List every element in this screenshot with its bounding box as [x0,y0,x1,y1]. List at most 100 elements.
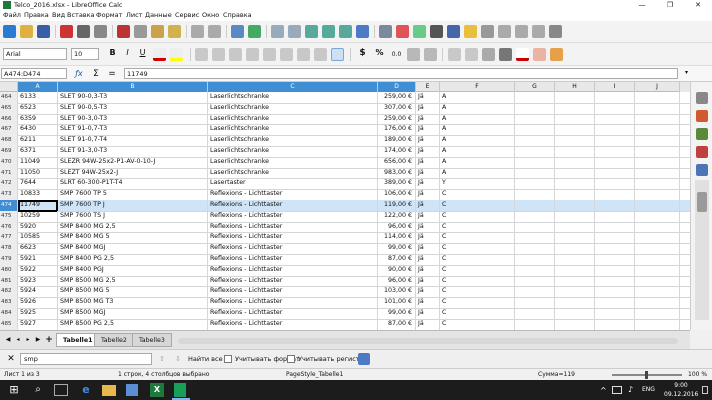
cell-f[interactable]: A [440,167,515,179]
border-style-icon[interactable] [499,48,512,61]
clock-date[interactable]: 09.12.2016 [664,391,698,398]
cell-c[interactable]: Laserlichtschranke [208,135,378,146]
cell-b[interactable]: SMP 7600 TS J [58,210,208,222]
cell-i[interactable] [595,308,635,319]
column-header-h[interactable]: H [555,82,595,92]
image-icon[interactable] [379,25,392,38]
cell-a[interactable]: 5924 [18,286,58,298]
cell-e[interactable]: Jä [416,113,440,125]
zoom-slider-handle[interactable] [645,371,648,379]
cell-d[interactable]: 259,00 € [378,92,416,103]
font-name-box[interactable]: Arial [3,48,67,60]
comment-icon[interactable] [464,25,477,38]
cell-e[interactable]: Jä [416,275,440,287]
cell-d[interactable]: 114,00 € [378,232,416,244]
cell-i[interactable] [595,264,635,276]
cell-i[interactable] [595,146,635,157]
show-draw-functions-icon[interactable] [549,25,562,38]
cell-j[interactable] [635,189,680,200]
column-icon[interactable] [288,25,301,38]
cell-a[interactable]: 11049 [18,156,58,168]
cell-g[interactable] [515,254,555,265]
paste-icon[interactable] [151,25,164,38]
cell-h[interactable] [555,135,595,146]
cell-f[interactable]: C [440,286,515,298]
cell-j[interactable] [635,210,680,222]
cell-g[interactable] [515,124,555,136]
start-icon[interactable]: ⊞ [6,382,22,398]
align-bottom-icon[interactable] [331,48,344,61]
cut-icon[interactable] [117,25,130,38]
cell-e[interactable]: Jä [416,318,440,330]
cell-d[interactable]: 307,00 € [378,102,416,114]
cell-j[interactable] [635,264,680,276]
save-icon[interactable] [37,25,50,38]
cell-i[interactable] [595,210,635,222]
print-icon[interactable] [77,25,90,38]
cell-h[interactable] [555,178,595,190]
cell-c[interactable]: Laserlichtschranke [208,113,378,125]
cell-i[interactable] [595,297,635,308]
cell-j[interactable] [635,308,680,319]
close-find-icon[interactable]: ✕ [5,353,17,365]
cell-g[interactable] [515,189,555,200]
cell-b[interactable]: SMP 8500 MG 5 [58,286,208,298]
cell-b[interactable]: SLEZT 94W-25x2-J [58,167,208,179]
menu-format[interactable]: Формат [96,11,122,19]
cell-h[interactable] [555,210,595,222]
cell-g[interactable] [515,135,555,146]
cell-g[interactable] [515,221,555,233]
row-header[interactable]: 464 [0,92,18,103]
cell-d[interactable]: 87,00 € [378,318,416,330]
cell-d[interactable]: 119,00 € [378,200,416,211]
row-header[interactable]: 477 [0,232,18,244]
cell-g[interactable] [515,297,555,308]
cell-g[interactable] [515,286,555,298]
navigator-icon[interactable] [696,146,708,158]
row-header[interactable]: 467 [0,124,18,136]
menu-edit[interactable]: Правка [24,11,49,19]
menu-view[interactable]: Вид [52,11,65,19]
align-right-icon[interactable] [229,48,242,61]
cell-h[interactable] [555,264,595,276]
cell-f[interactable]: A [440,124,515,136]
sort-icon[interactable] [305,25,318,38]
styles-icon[interactable] [550,48,563,61]
excel-icon[interactable]: X [150,383,164,397]
cell-h[interactable] [555,318,595,330]
column-header-c[interactable]: C [208,82,378,92]
cell-c[interactable]: Laserlichtschranke [208,124,378,136]
cell-b[interactable]: SMP 8400 MG 5 [58,232,208,244]
cell-e[interactable]: Jä [416,135,440,146]
row-header[interactable]: 469 [0,146,18,157]
add-decimal-icon[interactable] [407,48,420,61]
cell-e[interactable]: Jä [416,156,440,168]
cell-h[interactable] [555,113,595,125]
column-header-j[interactable]: J [635,82,680,92]
cell-i[interactable] [595,189,635,200]
cell-b[interactable]: SMP 8500 MGJ [58,308,208,319]
increase-indent-icon[interactable] [448,48,461,61]
cell-a[interactable]: 6523 [18,102,58,114]
cell-g[interactable] [515,232,555,244]
cell-b[interactable]: SLET 90-0,5-T3 [58,102,208,114]
cell-c[interactable]: Reflexions - Lichttaster [208,232,378,244]
cell-f[interactable]: C [440,297,515,308]
align-left-icon[interactable] [195,48,208,61]
row-header[interactable]: 480 [0,264,18,276]
cell-f[interactable]: C [440,308,515,319]
row-header[interactable]: 468 [0,135,18,146]
row-header[interactable]: 482 [0,286,18,298]
cell-g[interactable] [515,210,555,222]
cell-c[interactable]: Reflexions - Lichttaster [208,286,378,298]
cell-d[interactable]: 96,00 € [378,275,416,287]
cell-i[interactable] [595,156,635,168]
cell-i[interactable] [595,102,635,114]
match-case-checkbox[interactable] [287,355,295,363]
cell-e[interactable]: Jä [416,102,440,114]
cell-a[interactable]: 6623 [18,243,58,254]
cell-f[interactable]: C [440,200,515,211]
row-header[interactable]: 484 [0,308,18,319]
cell-a[interactable]: 5923 [18,275,58,287]
cell-a[interactable]: 6359 [18,113,58,125]
